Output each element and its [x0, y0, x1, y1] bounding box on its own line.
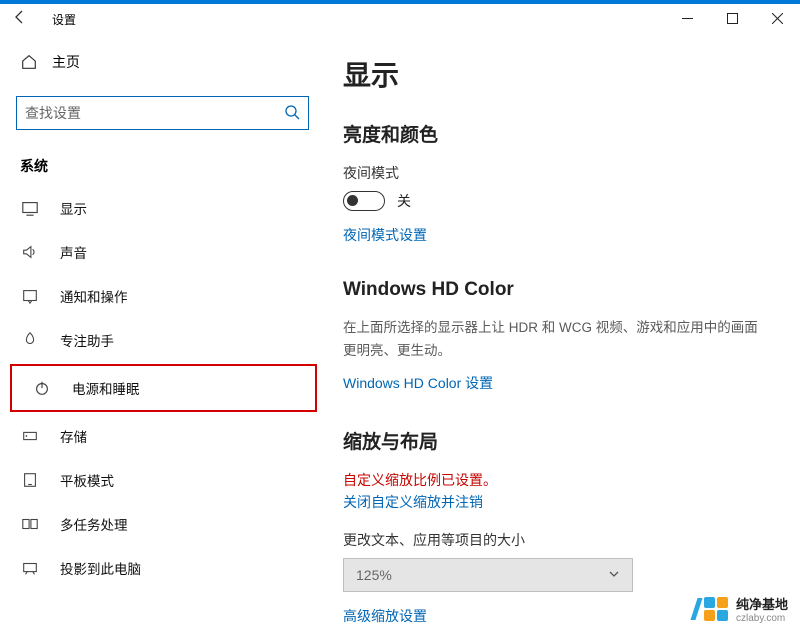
- sidebar-item-label: 存储: [60, 426, 87, 446]
- sidebar-item-label: 电源和睡眠: [72, 378, 140, 398]
- sound-icon: [20, 243, 40, 261]
- display-icon: [20, 199, 40, 217]
- watermark-url: czlaby.com: [736, 613, 788, 624]
- sidebar-item-label: 显示: [60, 198, 87, 218]
- focus-icon: [20, 331, 40, 349]
- tablet-icon: [20, 471, 40, 489]
- sidebar-item-label: 通知和操作: [60, 286, 128, 306]
- sidebar-item-power[interactable]: 电源和睡眠: [10, 364, 317, 412]
- sidebar-item-storage[interactable]: 存储: [0, 414, 325, 458]
- minimize-button[interactable]: [665, 4, 710, 32]
- chevron-down-icon: [608, 567, 620, 583]
- power-icon: [32, 379, 52, 397]
- search-placeholder: 查找设置: [25, 103, 81, 123]
- scale-heading: 缩放与布局: [343, 427, 770, 454]
- brightness-heading: 亮度和颜色: [343, 120, 770, 147]
- search-input[interactable]: 查找设置: [16, 96, 309, 130]
- toggle-state-text: 关: [397, 191, 411, 211]
- sidebar: 主页 查找设置 系统 显示 声音 通知和操作: [0, 34, 325, 632]
- home-button[interactable]: 主页: [0, 42, 325, 82]
- sidebar-item-display[interactable]: 显示: [0, 186, 325, 230]
- home-icon: [20, 53, 38, 71]
- content-pane: 显示 亮度和颜色 夜间模式 关 夜间模式设置 Windows HD Color …: [325, 34, 800, 632]
- watermark-brand: 纯净基地: [736, 597, 788, 612]
- sidebar-item-label: 多任务处理: [60, 514, 128, 534]
- sidebar-item-multitask[interactable]: 多任务处理: [0, 502, 325, 546]
- watermark-logo: [694, 597, 728, 621]
- notifications-icon: [20, 287, 40, 305]
- hd-color-heading: Windows HD Color: [343, 279, 770, 301]
- project-icon: [20, 559, 40, 577]
- scale-dropdown[interactable]: 125%: [343, 558, 633, 592]
- night-mode-settings-link[interactable]: 夜间模式设置: [343, 225, 770, 245]
- home-label: 主页: [52, 52, 80, 72]
- sidebar-item-label: 专注助手: [60, 330, 114, 350]
- multitask-icon: [20, 515, 40, 533]
- search-icon: [284, 104, 300, 123]
- sidebar-item-tablet[interactable]: 平板模式: [0, 458, 325, 502]
- sidebar-group-title: 系统: [0, 140, 325, 186]
- scale-warning: 自定义缩放比例已设置。: [343, 470, 770, 490]
- sidebar-item-notifications[interactable]: 通知和操作: [0, 274, 325, 318]
- back-button[interactable]: [12, 9, 32, 29]
- size-label: 更改文本、应用等项目的大小: [343, 530, 770, 550]
- hd-color-description: 在上面所选择的显示器上让 HDR 和 WCG 视频、游戏和应用中的画面更明亮、更…: [343, 317, 770, 363]
- night-mode-toggle[interactable]: [343, 191, 385, 211]
- hd-color-settings-link[interactable]: Windows HD Color 设置: [343, 373, 770, 393]
- sidebar-item-project[interactable]: 投影到此电脑: [0, 546, 325, 590]
- sidebar-item-sound[interactable]: 声音: [0, 230, 325, 274]
- storage-icon: [20, 427, 40, 445]
- sidebar-item-focus[interactable]: 专注助手: [0, 318, 325, 362]
- logout-scaling-link[interactable]: 关闭自定义缩放并注销: [343, 492, 770, 512]
- sidebar-item-label: 投影到此电脑: [60, 558, 141, 578]
- night-mode-label: 夜间模式: [343, 163, 770, 183]
- window-title: 设置: [52, 11, 76, 28]
- sidebar-item-label: 平板模式: [60, 470, 114, 490]
- close-button[interactable]: [755, 4, 800, 32]
- maximize-button[interactable]: [710, 4, 755, 32]
- dropdown-value: 125%: [356, 567, 392, 583]
- page-title: 显示: [343, 54, 770, 94]
- sidebar-item-label: 声音: [60, 242, 87, 262]
- watermark: 纯净基地 czlaby.com: [694, 594, 788, 624]
